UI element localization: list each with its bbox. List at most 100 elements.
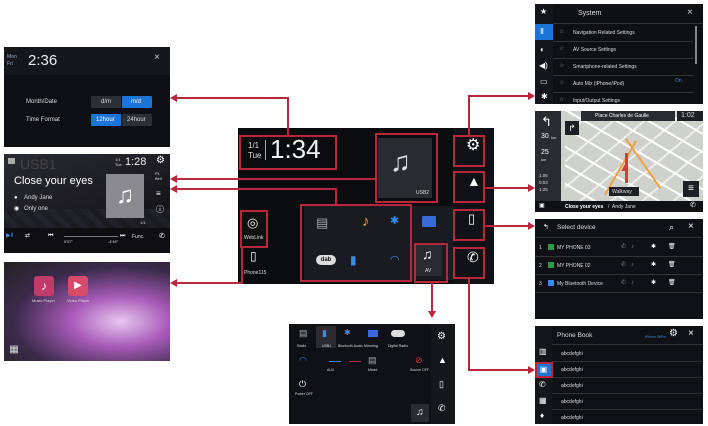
recent-calls-icon[interactable]: ✆: [539, 381, 546, 389]
system-menu-item[interactable]: ☆ Navigation Related Settings: [553, 25, 693, 41]
month-option-dm[interactable]: d/m: [91, 96, 121, 108]
contact-row[interactable]: abcdefghi: [552, 362, 703, 377]
repeat-icon[interactable]: ⇄: [25, 233, 30, 239]
time-option-12hour[interactable]: 12hour: [91, 114, 121, 126]
grid-menu-icon[interactable]: ▦: [8, 344, 20, 356]
device-bluetooth-icon[interactable]: ✱: [651, 244, 656, 250]
contact-row[interactable]: abcdefghi: [552, 394, 703, 409]
device-number: 2: [539, 263, 542, 269]
phonebook-gear-icon[interactable]: ⚙: [669, 329, 678, 339]
app-video-player[interactable]: ▶: [68, 276, 88, 296]
settings-gear-icon[interactable]: ⚙: [156, 156, 165, 166]
device-row[interactable]: 1 MY PHONE 03 ✆ ♪ ✱ 🗑: [535, 239, 703, 256]
search-icon[interactable]: ⌕: [669, 223, 674, 232]
arrow-weblink: [170, 279, 177, 287]
device-delete-icon[interactable]: 🗑: [668, 244, 676, 250]
func-button[interactable]: Func.: [132, 234, 145, 240]
connector-clock-v: [287, 97, 289, 135]
video-icon[interactable]: ▭: [540, 78, 548, 86]
contact-row[interactable]: abcdefghi: [552, 378, 703, 393]
system-tab-selected[interactable]: [535, 24, 553, 40]
turn-left-arrow-icon: ↰: [541, 114, 552, 129]
device-type-icon: [548, 262, 554, 268]
source-nav-icon[interactable]: ▲: [438, 356, 447, 365]
phonebook-device: iPhone 06Pro: [645, 335, 667, 339]
nav-menu-button[interactable]: ≡: [683, 181, 699, 197]
progress-bar[interactable]: [64, 236, 118, 237]
source-icon[interactable]: [8, 158, 15, 164]
next-track-icon[interactable]: ⏭: [120, 233, 125, 239]
digital-radio-label: Digital Radio: [388, 344, 408, 348]
mirroring-icon[interactable]: [422, 216, 436, 227]
device-row[interactable]: 2 MY PHONE 02 ✆ ♪ ✱ 🗑: [535, 257, 703, 274]
dist-1-unit: km: [551, 135, 557, 140]
nav-source-icon[interactable]: ▣: [539, 203, 545, 209]
source-phone-icon[interactable]: ✆: [438, 404, 446, 413]
clock-date-line1: Mon: [7, 54, 17, 60]
phone-label: Phone115: [244, 270, 267, 276]
power-off-label: Power OFF: [295, 392, 313, 396]
system-scrollbar[interactable]: [695, 26, 697, 64]
time-option-24hour[interactable]: 24hour: [122, 114, 152, 126]
previous-track-icon[interactable]: ⏮: [48, 233, 53, 239]
system-title: System: [578, 10, 602, 17]
radio-source-icon[interactable]: ▤: [299, 329, 308, 338]
info-icon[interactable]: ⓘ: [156, 206, 164, 214]
play-pause-icon[interactable]: ▶‖: [6, 233, 13, 239]
close-icon[interactable]: ×: [154, 52, 160, 63]
device-row[interactable]: 3 My Bluetooth Device ✆ ♪ ✱ 🗑: [535, 275, 703, 292]
device-delete-icon[interactable]: 🗑: [668, 262, 676, 268]
digital-radio-icon[interactable]: [391, 330, 405, 337]
audio-icon[interactable]: ◀): [539, 62, 548, 70]
system-menu-item[interactable]: ☆ Smartphone-related Settings: [553, 59, 693, 75]
connector-weblink-v: [241, 248, 243, 284]
device-type-icon: [548, 280, 554, 286]
contacts-book-icon[interactable]: ▥: [539, 348, 547, 356]
connector-system: [468, 95, 528, 97]
bluetooth-audio-icon[interactable]: ✱: [344, 329, 351, 337]
aux-icon[interactable]: ◠: [299, 356, 307, 365]
contact-row[interactable]: abcdefghi: [552, 410, 703, 424]
list-icon[interactable]: ≡: [156, 190, 161, 198]
voice-icon[interactable]: ♦: [540, 412, 544, 420]
nav-phone-icon[interactable]: ✆: [690, 202, 696, 209]
source-smartphone-icon[interactable]: ▯: [439, 380, 444, 389]
theme-icon[interactable]: ◐: [540, 46, 545, 54]
system-menu-item[interactable]: ☆ Auto Mix (iPhone/iPod): [553, 76, 693, 92]
next-turn-box: ↱: [565, 121, 579, 135]
highlight-media: [375, 133, 438, 203]
phone-icon[interactable]: ✆: [159, 233, 165, 240]
phonebook-close-icon[interactable]: ×: [688, 329, 694, 339]
star-icon: ☆: [559, 80, 565, 86]
source-av-tile[interactable]: ♫: [411, 404, 429, 422]
bell-label: Bell: [155, 176, 162, 181]
system-menu-item[interactable]: ☆ AV Source Settings: [553, 42, 693, 58]
bluetooth-settings-icon[interactable]: ✱: [541, 93, 548, 101]
system-sidebar: [535, 4, 553, 104]
dist-2-unit: km: [541, 157, 547, 162]
source-off-icon[interactable]: ⊘: [415, 356, 423, 365]
device-delete-icon[interactable]: 🗑: [668, 280, 676, 286]
mirroring-source-icon[interactable]: [368, 330, 378, 337]
usb1-source-label: USB1: [322, 344, 332, 348]
system-menu-item[interactable]: ☆ Input/Output Settings: [553, 93, 693, 104]
favorite-star-icon[interactable]: ★: [540, 8, 547, 16]
device-bluetooth-icon[interactable]: ✱: [651, 280, 656, 286]
phone-device-icon[interactable]: ▯: [250, 250, 257, 262]
mixed-line: [349, 361, 361, 362]
back-arrow-icon[interactable]: ↰: [543, 224, 549, 231]
clock-settings-screen: Mon Fri 2:36 × Month/Date d/m m/d Time F…: [4, 47, 170, 147]
dialpad-icon[interactable]: ▦: [539, 397, 547, 405]
device-bluetooth-icon[interactable]: ✱: [651, 262, 656, 268]
month-option-md[interactable]: m/d: [122, 96, 152, 108]
power-icon[interactable]: ⏻: [299, 380, 306, 389]
mixed-icon[interactable]: ▤: [368, 356, 377, 365]
device-close-icon[interactable]: ×: [688, 222, 694, 232]
contact-row[interactable]: abcdefghi: [552, 346, 703, 361]
time-format-label: Time Format: [26, 117, 60, 123]
system-close-icon[interactable]: ×: [687, 7, 693, 18]
app-music-player[interactable]: ♪: [34, 276, 54, 296]
highlight-weblink: [240, 210, 268, 248]
source-gear-icon[interactable]: ⚙: [437, 332, 446, 342]
month-date-label: Month/Date: [26, 99, 58, 105]
